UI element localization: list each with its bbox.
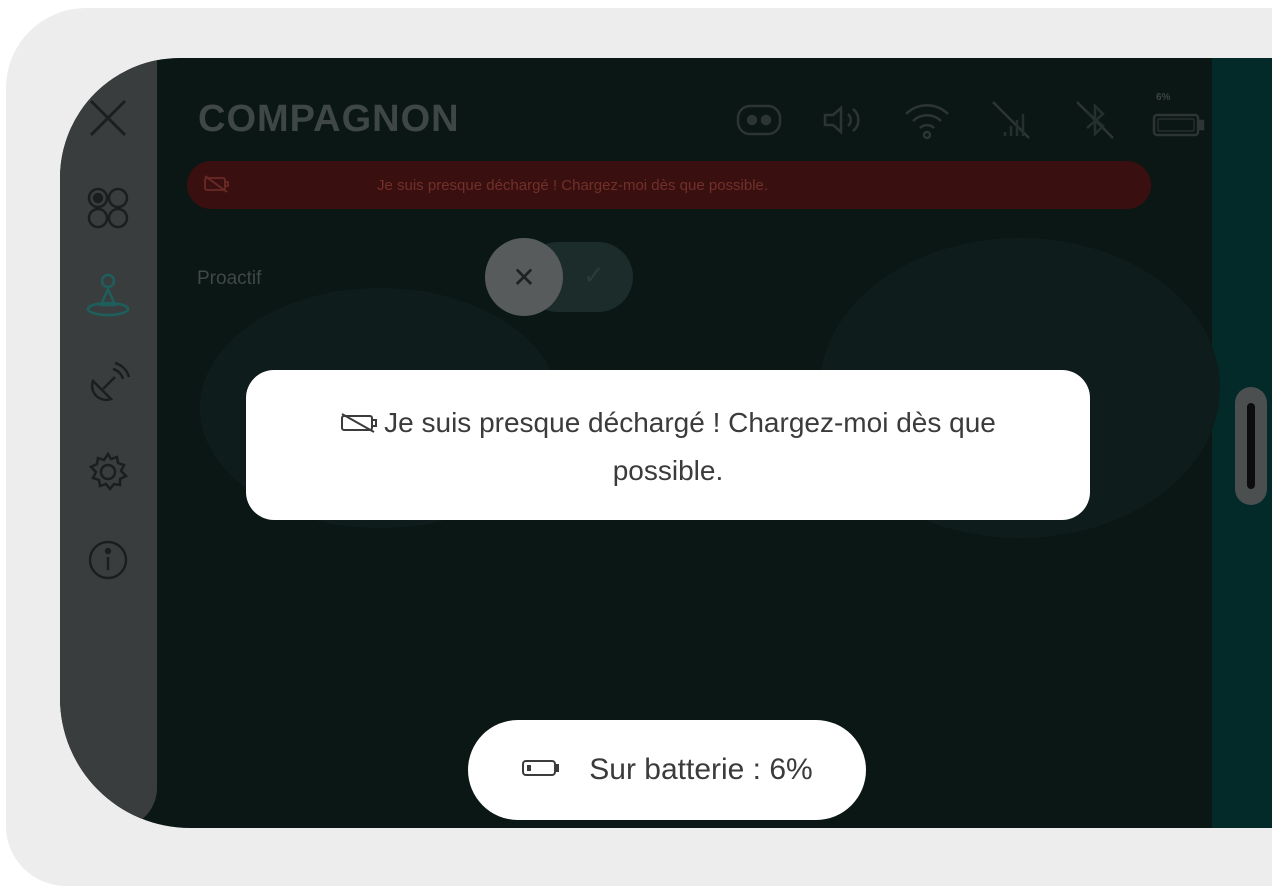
toast-text: Je suis presque déchargé ! Chargez-moi d… bbox=[384, 407, 996, 486]
battery-status-text: Sur batterie : 6% bbox=[589, 753, 813, 786]
cellular-off-icon bbox=[982, 98, 1040, 142]
battery-status-pill: Sur batterie : 6% bbox=[468, 720, 866, 820]
low-battery-toast: Je suis presque déchargé ! Chargez-moi d… bbox=[246, 370, 1090, 520]
battery-low-icon bbox=[521, 757, 561, 784]
check-icon: ✓ bbox=[583, 260, 605, 290]
robot-face-icon bbox=[730, 98, 788, 142]
companion-icon[interactable] bbox=[80, 268, 136, 324]
status-bar: 6% bbox=[730, 92, 1208, 142]
battery-icon: 6% bbox=[1150, 92, 1208, 142]
dashboard-icon[interactable] bbox=[80, 180, 136, 236]
bluetooth-off-icon bbox=[1066, 98, 1124, 142]
page-title: COMPAGNON bbox=[198, 98, 460, 140]
speaker-icon bbox=[814, 98, 872, 142]
proactif-label: Proactif bbox=[197, 268, 262, 289]
device-screen: COMPAGNON 6% Je suis presque déchargé ! … bbox=[60, 58, 1272, 828]
side-scrollbar[interactable] bbox=[1235, 387, 1267, 505]
battery-off-icon bbox=[340, 402, 378, 448]
info-icon[interactable] bbox=[80, 532, 136, 588]
cross-icon: ✕ bbox=[512, 261, 536, 293]
close-icon[interactable] bbox=[80, 90, 136, 146]
battery-off-icon bbox=[203, 175, 229, 198]
proactif-toggle[interactable]: ✓ ✕ bbox=[485, 238, 633, 316]
settings-gear-icon[interactable] bbox=[80, 444, 136, 500]
toggle-knob[interactable]: ✕ bbox=[485, 238, 563, 316]
satellite-icon[interactable] bbox=[80, 356, 136, 412]
low-battery-alert-bar: Je suis presque déchargé ! Chargez-moi d… bbox=[187, 161, 1151, 209]
wifi-icon bbox=[898, 98, 956, 142]
sidebar bbox=[60, 58, 157, 828]
alert-bar-text: Je suis presque déchargé ! Chargez-moi d… bbox=[377, 176, 769, 194]
scrollbar-thumb[interactable] bbox=[1247, 403, 1255, 489]
battery-percent-label: 6% bbox=[1156, 92, 1171, 103]
